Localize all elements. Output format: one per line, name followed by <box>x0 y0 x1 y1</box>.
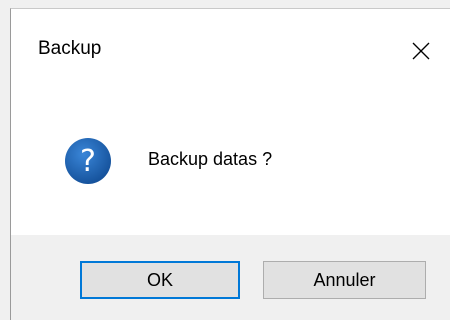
close-button[interactable] <box>403 33 439 69</box>
svg-text:?: ? <box>80 144 96 179</box>
dialog-title: Backup <box>38 38 102 59</box>
desktop-background: Backup ? Backup datas ? OK Annuler <box>0 0 450 320</box>
ok-button[interactable]: OK <box>80 261 240 299</box>
dialog-footer: OK Annuler <box>11 235 450 320</box>
cancel-button[interactable]: Annuler <box>263 261 426 299</box>
close-icon <box>412 42 430 60</box>
question-icon: ? <box>65 138 111 184</box>
dialog-message: Backup datas ? <box>148 149 273 169</box>
backup-dialog: Backup ? Backup datas ? OK Annuler <box>10 8 450 320</box>
title-bar[interactable]: Backup <box>11 9 450 85</box>
dialog-body: ? Backup datas ? <box>11 85 450 235</box>
